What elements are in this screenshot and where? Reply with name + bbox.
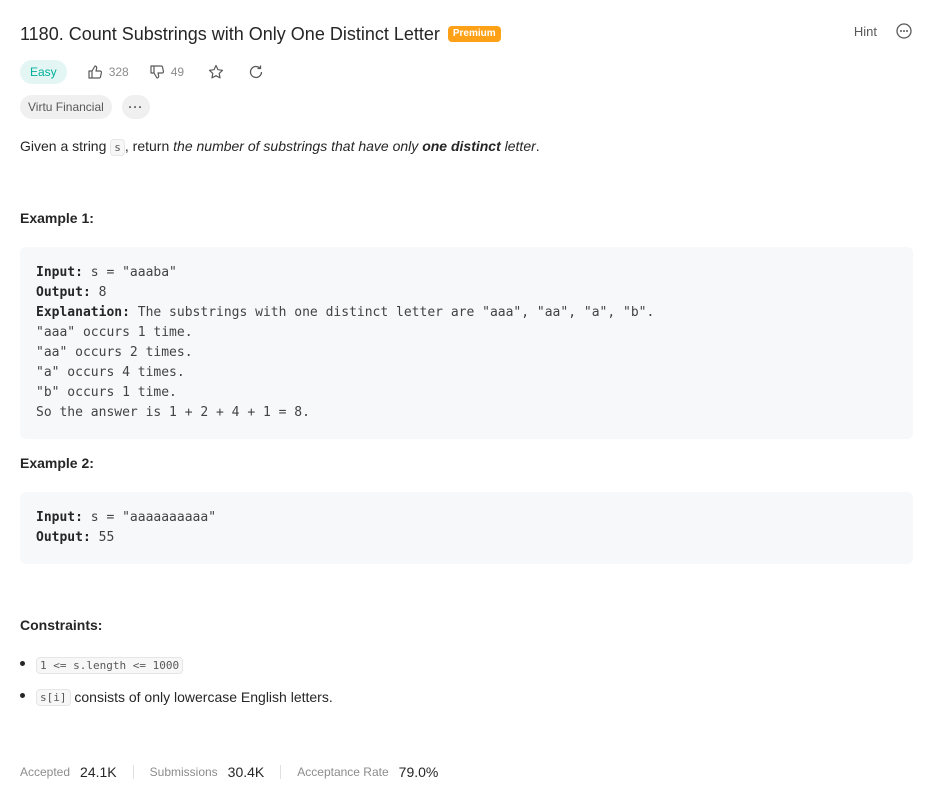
refresh-icon[interactable] <box>248 64 264 80</box>
input-label: Input: <box>36 510 83 525</box>
company-tag[interactable]: Virtu Financial <box>20 95 112 119</box>
example-line: So the answer is 1 + 2 + 4 + 1 = 8. <box>36 405 310 420</box>
dislike-count: 49 <box>170 65 185 79</box>
more-options-icon[interactable] <box>895 22 913 40</box>
list-item: s[i] consists of only lowercase English … <box>20 686 333 708</box>
accepted-value: 24.1K <box>80 764 117 780</box>
example-line: "b" occurs 1 time. <box>36 385 177 400</box>
desc-bold: one distinct <box>422 138 501 154</box>
inline-code: s <box>110 139 125 156</box>
thumbs-up-icon <box>88 65 102 79</box>
title-actions: Hint <box>854 22 913 40</box>
constraints-heading: Constraints: <box>20 617 103 633</box>
example-line: Output: 8 <box>36 283 897 303</box>
output-value: 8 <box>90 285 107 300</box>
desc-italic: the number of substrings that have only <box>173 138 423 154</box>
bullet-icon <box>20 660 25 666</box>
acceptance-rate-label: Acceptance Rate <box>297 765 389 779</box>
divider <box>132 765 134 779</box>
inline-code: s[i] <box>36 688 71 706</box>
desc-text: . <box>535 138 540 154</box>
desc-text: Given a string <box>20 138 111 154</box>
divider <box>280 765 282 779</box>
bullet-icon <box>20 692 25 698</box>
accepted-label: Accepted <box>20 765 71 779</box>
explanation-value: The substrings with one distinct letter … <box>129 305 655 320</box>
output-value: 55 <box>90 530 115 545</box>
tags-row: Virtu Financial ··· <box>20 95 150 119</box>
input-value: s = "aaaaaaaaaa" <box>82 510 217 525</box>
example-line: "aa" occurs 2 times. <box>36 345 193 360</box>
more-tags-button[interactable]: ··· <box>121 95 150 119</box>
premium-badge: Premium <box>447 26 501 42</box>
submissions-label: Submissions <box>149 765 218 779</box>
output-label: Output: <box>36 530 91 545</box>
problem-title: 1180. Count Substrings with Only One Dis… <box>20 23 440 44</box>
example-2-box: Input: s = "aaaaaaaaaa" Output: 55 <box>20 492 913 564</box>
favorite-star-icon[interactable] <box>208 64 224 80</box>
acceptance-rate-value: 79.0% <box>398 764 439 780</box>
example-1-heading: Example 1: <box>20 210 94 226</box>
example-line: "aaa" occurs 1 time. <box>36 325 193 340</box>
input-label: Input: <box>36 265 83 280</box>
like-button[interactable]: 328 <box>87 64 129 80</box>
constraints-list: 1 <= s.length <= 1000 s[i] consists of o… <box>20 654 333 718</box>
dislike-button[interactable]: 49 <box>149 64 184 80</box>
example-1-box: Input: s = "aaaba" Output: 8 Explanation… <box>20 247 913 439</box>
example-line: Output: 55 <box>36 528 897 548</box>
desc-italic: letter <box>500 138 536 154</box>
problem-description: Given a string s, return the number of s… <box>20 136 540 158</box>
stats-row: Accepted 24.1K Submissions 30.4K Accepta… <box>20 762 438 782</box>
output-label: Output: <box>36 285 91 300</box>
difficulty-badge: Easy <box>20 60 67 84</box>
example-line: "a" occurs 4 times. <box>36 365 185 380</box>
submissions-value: 30.4K <box>227 764 265 780</box>
inline-code: 1 <= s.length <= 1000 <box>36 656 184 674</box>
example-line: Input: s = "aaaba" <box>36 263 897 283</box>
example-line: Explanation: The substrings with one dis… <box>36 303 897 323</box>
example-line: Input: s = "aaaaaaaaaa" <box>36 508 897 528</box>
list-item: 1 <= s.length <= 1000 <box>20 654 333 676</box>
title-row: 1180. Count Substrings with Only One Dis… <box>20 20 913 48</box>
thumbs-down-icon <box>150 65 164 79</box>
example-2-heading: Example 2: <box>20 455 94 471</box>
meta-row: Easy 328 49 <box>20 59 264 85</box>
like-count: 328 <box>108 65 129 79</box>
constraint-text: consists of only lowercase English lette… <box>70 689 333 705</box>
input-value: s = "aaaba" <box>82 265 177 280</box>
hint-button[interactable]: Hint <box>854 24 877 39</box>
explanation-label: Explanation: <box>36 305 130 320</box>
desc-text: , return <box>124 138 174 154</box>
